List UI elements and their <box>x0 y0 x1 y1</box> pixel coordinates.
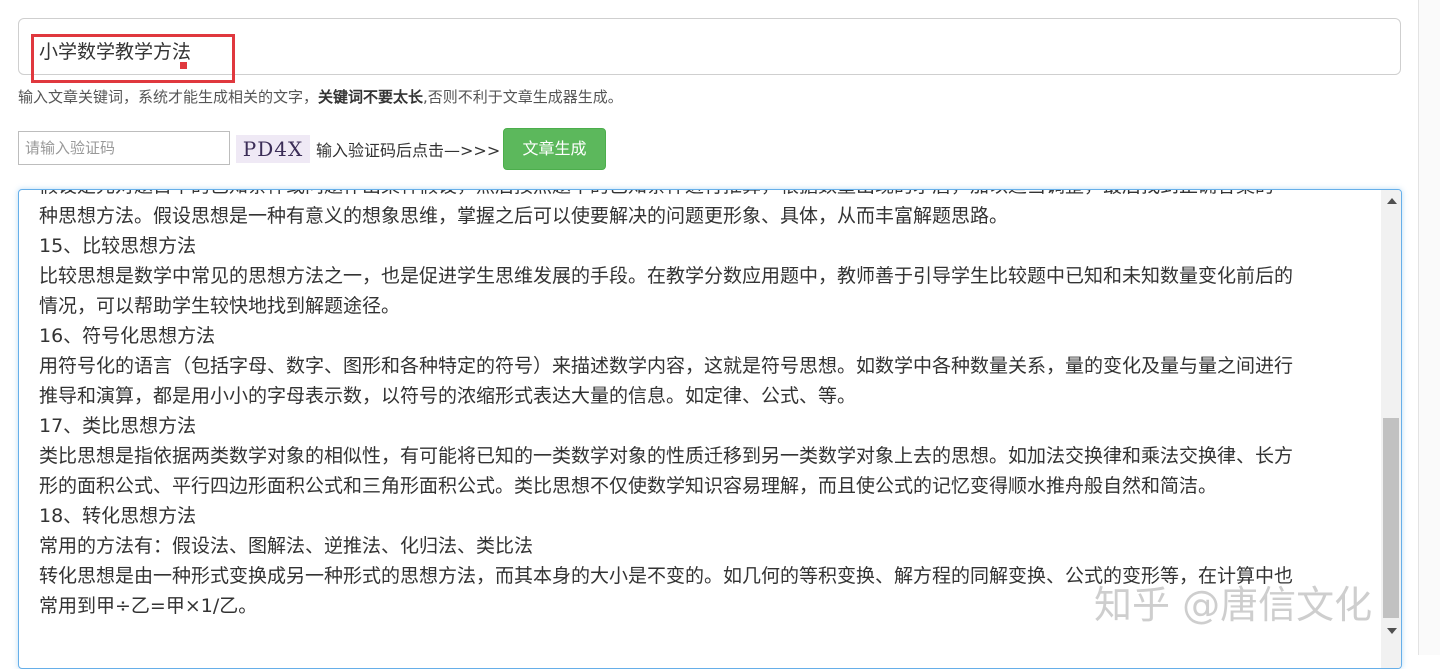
article-line: 转化思想是由一种形式变换成另一种形式的思想方法，而其本身的大小是不变的。如几何的… <box>39 565 1294 587</box>
captcha-input[interactable] <box>18 131 230 165</box>
section-heading: 17、类比思想方法 <box>39 415 197 437</box>
scroll-up-arrow-icon[interactable] <box>1387 198 1397 204</box>
article-output-textarea[interactable]: 假设是先对题目中的已知条件或问题作出某种假设，然后按照题中的已知条件进行推算，根… <box>18 189 1402 669</box>
hint-text-after: ,否则不利于文章生成器生成。 <box>423 88 623 106</box>
keyword-input[interactable]: 小学数学教学方法 <box>18 18 1401 75</box>
annotation-cursor-dot <box>180 62 187 69</box>
hint-text-before: 输入文章关键词，系统才能生成相关的文字， <box>18 88 319 106</box>
keyword-hint: 输入文章关键词，系统才能生成相关的文字，关键词不要太长,否则不利于文章生成器生成… <box>18 86 623 107</box>
keyword-value: 小学数学教学方法 <box>39 41 192 63</box>
article-line: 常用的方法有：假设法、图解法、逆推法、化归法、类比法 <box>39 535 534 557</box>
section-heading: 16、符号化思想方法 <box>39 325 216 347</box>
section-heading: 15、比较思想方法 <box>39 235 197 257</box>
article-line: 类比思想是指依据两类数学对象的相似性，有可能将已知的一类数学对象的性质迁移到另一… <box>39 445 1294 467</box>
article-line: 情况，可以帮助学生较快地找到解题途径。 <box>39 295 401 317</box>
generate-article-button[interactable]: 文章生成 <box>503 128 606 170</box>
scroll-thumb[interactable] <box>1383 418 1399 618</box>
article-line: 形的面积公式、平行四边形面积公式和三角形面积公式。类比思想不仅使数学知识容易理解… <box>39 475 1218 497</box>
section-heading: 18、转化思想方法 <box>39 505 197 527</box>
scroll-down-arrow-icon[interactable] <box>1387 628 1397 634</box>
article-line: 用符号化的语言（包括字母、数字、图形和各种特定的符号）来描述数学内容，这就是符号… <box>39 355 1294 377</box>
captcha-instruction: 输入验证码后点击—>>> <box>316 141 501 160</box>
article-line: 比较思想是数学中常见的思想方法之一，也是促进学生思维发展的手段。在教学分数应用题… <box>39 265 1294 287</box>
article-line: 常用到甲÷乙=甲×1/乙。 <box>39 595 258 617</box>
right-panel-edge <box>1418 0 1440 655</box>
article-text: 假设是先对题目中的已知条件或问题作出某种假设，然后按照题中的已知条件进行推算，根… <box>39 190 1365 621</box>
article-line: 推导和演算，都是用小小的字母表示数，以符号的浓缩形式表达大量的信息。如定律、公式… <box>39 385 857 407</box>
article-line: 假设是先对题目中的已知条件或问题作出某种假设，然后按照题中的已知条件进行推算，根… <box>39 190 1365 201</box>
article-line: 种思想方法。假设思想是一种有意义的想象思维，掌握之后可以使要解决的问题更形象、具… <box>39 205 1009 227</box>
output-scrollbar[interactable] <box>1381 190 1401 668</box>
captcha-image[interactable]: PD4X <box>236 135 310 163</box>
hint-text-bold: 关键词不要太长 <box>318 88 424 106</box>
